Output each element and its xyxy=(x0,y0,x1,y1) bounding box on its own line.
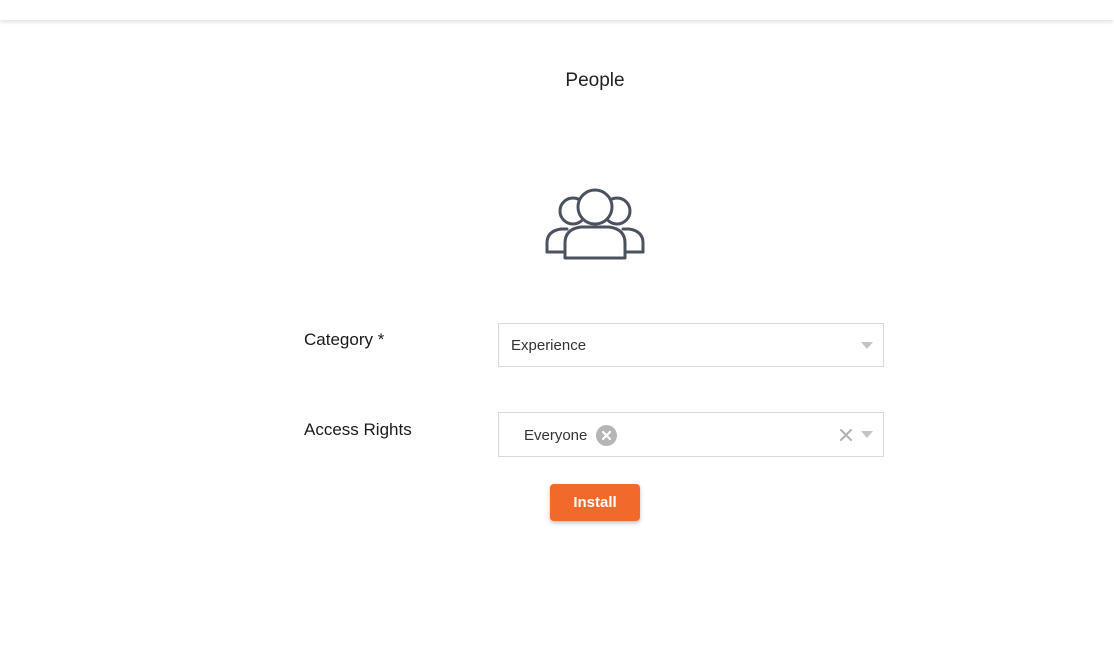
close-circle-icon[interactable] xyxy=(596,424,618,446)
chevron-down-icon[interactable] xyxy=(861,431,873,438)
access-tag-label: Everyone xyxy=(524,426,588,444)
access-rights-select[interactable]: Everyone xyxy=(498,412,884,457)
chevron-down-icon[interactable] xyxy=(861,342,873,349)
category-select[interactable]: Experience xyxy=(498,323,884,367)
top-bar xyxy=(0,0,1114,20)
access-tag: Everyone xyxy=(524,424,618,446)
access-rights-label: Access Rights xyxy=(304,420,412,439)
category-label: Category * xyxy=(304,330,385,349)
people-group-icon xyxy=(545,188,645,260)
page-title: People xyxy=(565,70,625,91)
close-icon[interactable] xyxy=(839,428,853,442)
category-selected-value: Experience xyxy=(511,337,587,354)
install-button[interactable]: Install xyxy=(550,484,640,521)
